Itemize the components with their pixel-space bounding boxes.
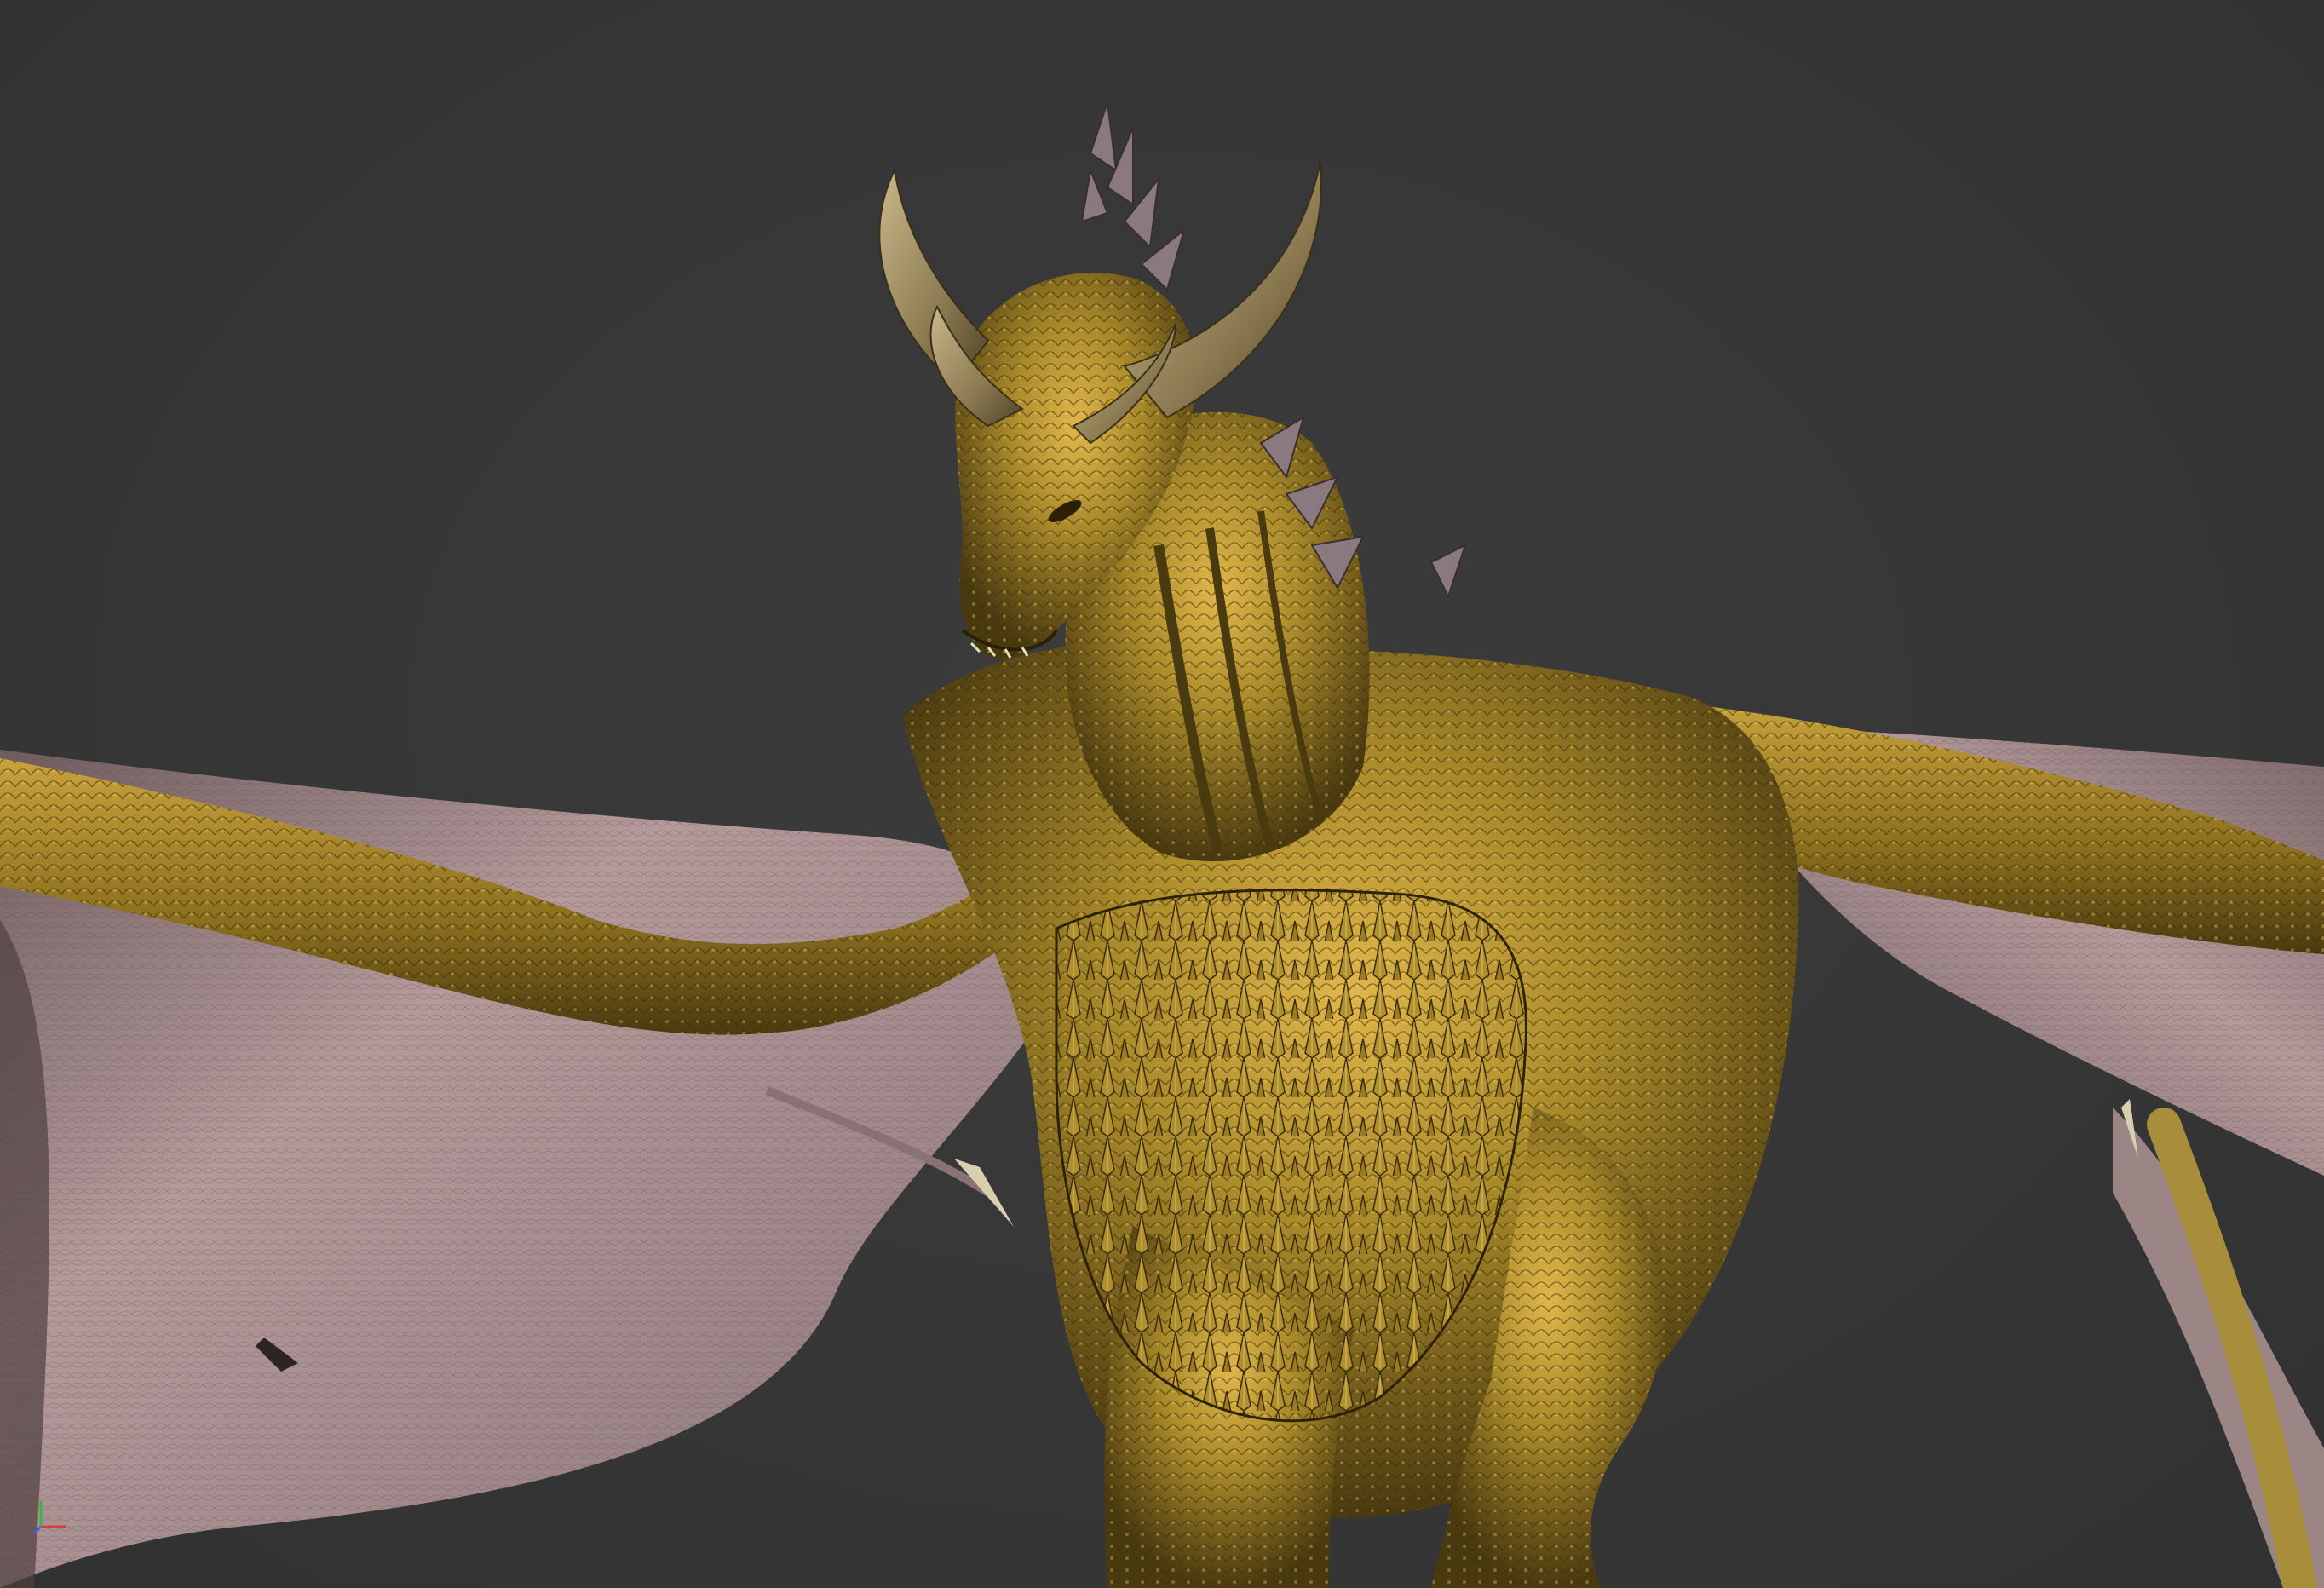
3d-viewport[interactable] xyxy=(0,0,2324,1588)
axis-gizmo-icon[interactable] xyxy=(32,1498,70,1535)
dragon-model-render[interactable] xyxy=(0,0,2324,1588)
